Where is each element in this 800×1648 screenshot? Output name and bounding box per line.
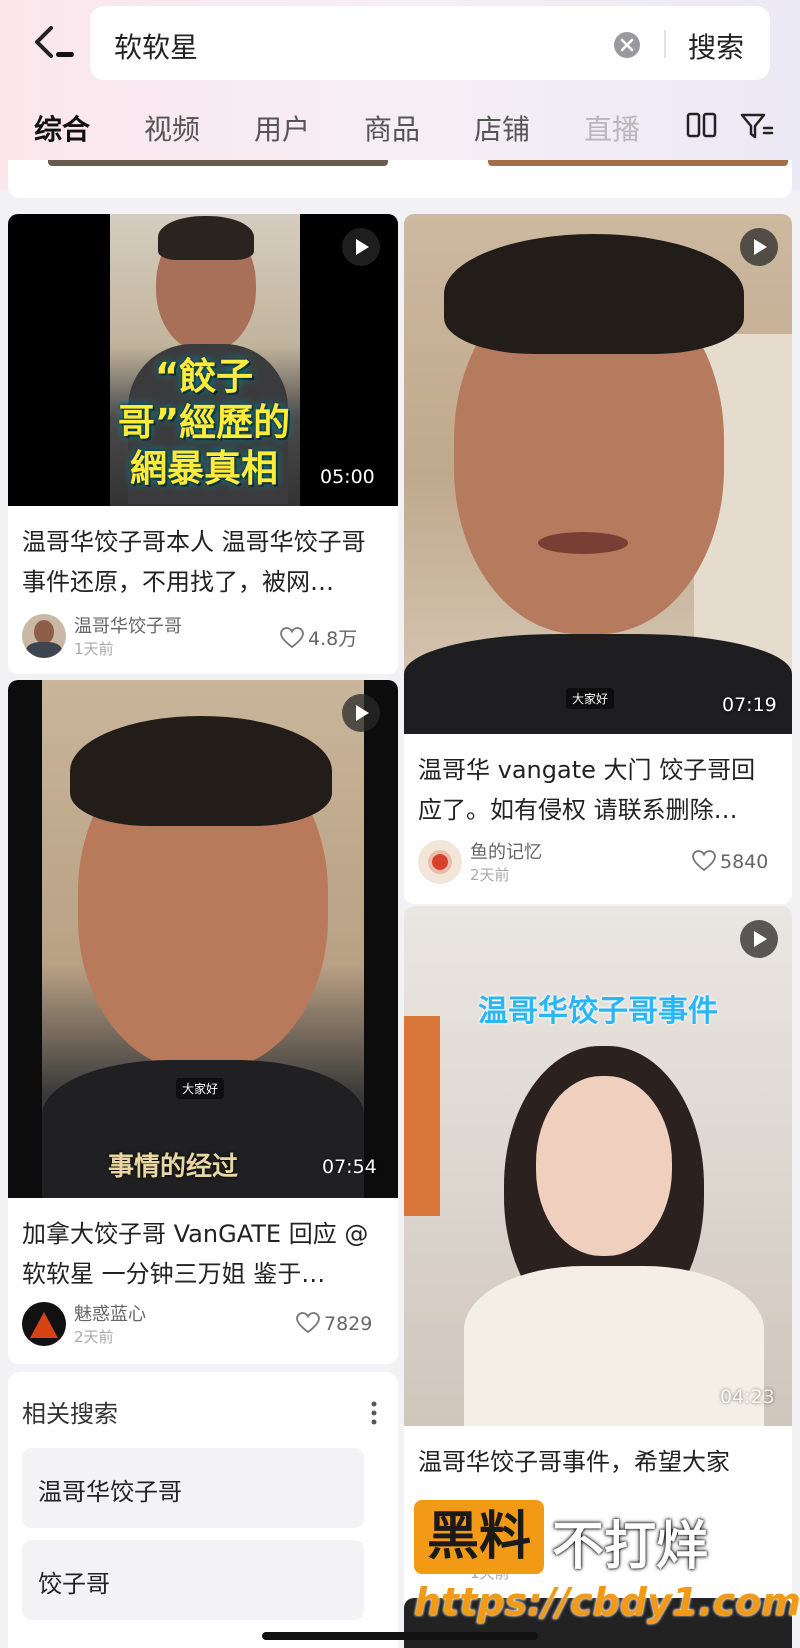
video-duration: 05:00 (320, 466, 375, 488)
play-icon (740, 920, 778, 958)
video-duration: 04:23 (720, 1386, 775, 1408)
previous-card-bottom (8, 160, 792, 198)
search-divider (664, 30, 666, 58)
video-thumbnail[interactable]: 温哥华饺子哥事件 04:23 (404, 906, 792, 1426)
post-time: 1天前 (74, 640, 114, 658)
play-icon (740, 228, 778, 266)
tab-indicator (56, 52, 74, 57)
tab-shops[interactable]: 店铺 (474, 108, 530, 148)
filter-icon[interactable] (740, 112, 774, 140)
card-title[interactable]: 加拿大饺子哥 VanGATE 回应 @软软星 一分钟三万姐 鉴于… (22, 1214, 384, 1294)
tab-goods[interactable]: 商品 (364, 108, 420, 148)
watermark-text: 不打烊 (552, 1517, 709, 1577)
search-box[interactable]: 软软星 搜索 (90, 6, 770, 80)
clear-icon[interactable] (614, 32, 640, 58)
card-title[interactable]: 温哥华饺子哥事件，希望大家 (418, 1442, 778, 1482)
heart-icon (280, 627, 304, 649)
tab-live[interactable]: 直播 (584, 108, 640, 148)
like-count[interactable]: 7829 (296, 1312, 372, 1335)
thumbnail-overlay-title: 温哥华饺子哥事件 (478, 994, 718, 1029)
related-search-item[interactable]: 温哥华饺子哥 (22, 1448, 364, 1528)
like-count-value: 7829 (324, 1313, 373, 1335)
like-count-value: 5840 (720, 851, 769, 873)
tab-users[interactable]: 用户 (254, 108, 310, 148)
video-card[interactable]: “餃子哥”經歷的網暴真相 05:00 温哥华饺子哥本人 温哥华饺子哥事件还原，不… (8, 214, 398, 674)
search-button[interactable]: 搜索 (688, 26, 744, 66)
watermark: 黑料 不打烊 https://cbdy1.com (414, 1500, 800, 1624)
related-search-label: 饺子哥 (38, 1570, 110, 1598)
related-search-label: 温哥华饺子哥 (38, 1478, 182, 1506)
tab-video[interactable]: 视频 (144, 108, 200, 148)
video-card[interactable]: 大家好 事情的经过 07:54 加拿大饺子哥 VanGATE 回应 @软软星 一… (8, 680, 398, 1364)
heart-icon (296, 1312, 320, 1334)
video-caption: 事情的经过 (108, 1152, 239, 1182)
video-subtitle: 大家好 (176, 1078, 225, 1099)
video-subtitle: 大家好 (566, 688, 615, 709)
video-duration: 07:19 (722, 694, 777, 716)
author-name[interactable]: 魅惑蓝心 (74, 1300, 146, 1326)
layout-toggle-icon[interactable] (686, 112, 718, 140)
play-icon (342, 228, 380, 266)
avatar[interactable] (22, 1302, 66, 1346)
video-thumbnail[interactable]: “餃子哥”經歷的網暴真相 05:00 (8, 214, 398, 506)
card-title[interactable]: 温哥华饺子哥本人 温哥华饺子哥事件还原，不用找了，被网… (22, 522, 384, 602)
tab-overall[interactable]: 综合 (34, 108, 90, 148)
watermark-badge: 黑料 (414, 1500, 544, 1574)
like-count[interactable]: 4.8万 (280, 624, 357, 651)
video-thumbnail[interactable]: 大家好 07:19 (404, 214, 792, 734)
more-icon[interactable] (370, 1400, 378, 1426)
home-indicator (262, 1632, 538, 1640)
like-count-value: 4.8万 (308, 628, 358, 650)
related-search-item[interactable]: 饺子哥 (22, 1540, 364, 1620)
like-count[interactable]: 5840 (692, 850, 768, 873)
related-searches: 相关搜索 温哥华饺子哥 饺子哥 (8, 1372, 398, 1648)
thumbnail-overlay-title: “餃子哥”經歷的網暴真相 (117, 355, 291, 490)
video-card[interactable]: 大家好 07:19 温哥华 vangate 大门 饺子哥回应了。如有侵权 请联系… (404, 214, 792, 904)
watermark-url: https://cbdy1.com (414, 1580, 800, 1624)
video-duration: 07:54 (322, 1156, 377, 1178)
post-time: 2天前 (470, 866, 510, 884)
author-name[interactable]: 鱼的记忆 (470, 838, 542, 864)
heart-icon (692, 850, 716, 872)
video-thumbnail[interactable]: 大家好 事情的经过 07:54 (8, 680, 398, 1198)
search-input[interactable]: 软软星 (114, 26, 198, 66)
related-searches-heading: 相关搜索 (22, 1400, 118, 1428)
post-time: 2天前 (74, 1328, 114, 1346)
tab-bar: 综合 视频 用户 商品 店铺 直播 (0, 108, 800, 158)
avatar[interactable] (22, 614, 66, 658)
author-name[interactable]: 温哥华饺子哥 (74, 612, 182, 638)
card-title[interactable]: 温哥华 vangate 大门 饺子哥回应了。如有侵权 请联系删除… (418, 750, 778, 830)
play-icon (342, 694, 380, 732)
avatar[interactable] (418, 840, 462, 884)
